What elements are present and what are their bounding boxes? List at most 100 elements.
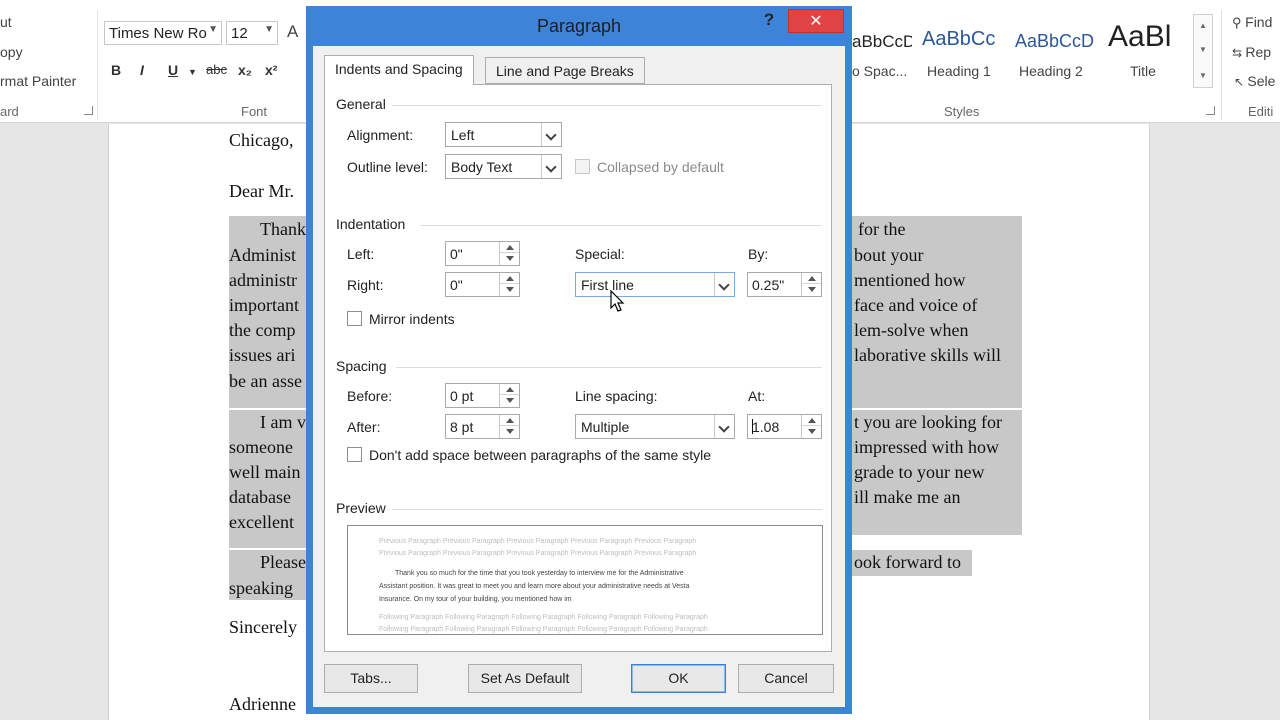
clipboard-launcher-icon[interactable] [84,106,93,115]
style-heading1-label[interactable]: Heading 1 [927,63,991,79]
spacing-after-spinner[interactable]: 8 pt [445,414,520,439]
spin-up-icon[interactable] [802,273,821,284]
chevron-down-icon[interactable] [714,415,734,438]
spin-up-icon[interactable] [500,273,519,284]
spin-up-icon[interactable] [500,415,519,426]
chevron-down-icon[interactable] [541,123,561,146]
doc-line: important [229,295,299,315]
style-title-label[interactable]: Title [1130,63,1156,79]
alignment-dropdown[interactable]: Left [445,122,562,147]
subscript-button[interactable]: x₂ [238,62,252,78]
doc-line: ill make me an [854,487,961,507]
mirror-indents-label: Mirror indents [369,311,455,327]
font-name-combo[interactable]: Times New Ro ▼ [104,21,222,45]
indent-left-value: 0" [450,246,463,262]
chevron-down-icon[interactable] [541,155,561,178]
set-as-default-button[interactable]: Set As Default [468,664,582,693]
styles-scroll[interactable]: ▲ ▼ ▼ [1193,14,1213,88]
style-heading1-preview[interactable]: AaBbCc [922,28,1002,51]
grow-font-button[interactable]: A [287,22,298,42]
by-label: By: [748,246,769,262]
spin-up-icon[interactable] [500,384,519,395]
underline-dropdown-icon[interactable]: ▼ [188,67,197,77]
copy-button[interactable]: opy [0,44,23,60]
spacing-before-spinner[interactable]: 0 pt [445,383,520,408]
line-spacing-value: Multiple [581,419,630,435]
dont-add-space-checkbox[interactable] [347,447,362,462]
find-button[interactable]: ⚲ Find [1232,14,1272,31]
styles-launcher-icon[interactable] [1206,106,1215,115]
collapsed-by-default-label: Collapsed by default [597,159,724,175]
strikethrough-button[interactable]: abc [206,62,227,77]
doc-line: well main [229,462,301,482]
doc-line: Thank [260,219,306,239]
spinner-buttons [801,415,821,438]
format-painter-button[interactable]: rmat Painter [0,73,76,89]
tab-indents-and-spacing[interactable]: Indents and Spacing [324,55,474,85]
indent-left-spinner[interactable]: 0" [445,241,520,266]
spin-down-icon[interactable] [500,253,519,264]
indent-by-spinner[interactable]: 0.25" [747,272,822,297]
select-label: Sele [1247,73,1276,89]
spin-down-icon[interactable] [500,395,519,406]
spinner-buttons [499,384,519,407]
spin-down-icon[interactable] [500,426,519,437]
underline-button[interactable]: U [168,62,178,78]
spacing-after-label: After: [347,419,381,435]
clipboard-group-label: ard [0,104,19,119]
bold-button[interactable]: B [111,62,121,78]
paragraph-preview: Previous Paragraph Previous Paragraph Pr… [347,525,823,635]
style-heading2-label[interactable]: Heading 2 [1019,63,1083,79]
collapsed-by-default-checkbox[interactable] [575,159,590,174]
spin-down-icon[interactable] [802,426,821,437]
help-button[interactable]: ? [758,10,780,32]
cancel-button[interactable]: Cancel [738,664,834,693]
text-caret [752,419,753,434]
doc-line: Please [260,552,306,572]
chevron-down-icon[interactable] [714,273,734,296]
close-button[interactable]: ✕ [788,9,844,33]
doc-line: for the [858,219,906,239]
doc-line: excellent [229,512,294,532]
italic-button[interactable]: I [140,62,144,78]
dont-add-space-label: Don't add space between paragraphs of th… [369,447,711,463]
spin-up-icon[interactable] [500,242,519,253]
outline-level-dropdown[interactable]: Body Text [445,154,562,179]
line-spacing-at-spinner[interactable]: 1.08 [747,414,822,439]
superscript-button[interactable]: x² [265,62,277,78]
tab-line-and-page-breaks[interactable]: Line and Page Breaks [485,57,645,84]
tabs-button[interactable]: Tabs... [324,664,418,693]
chevron-down-icon[interactable]: ▼ [1199,45,1207,54]
mirror-indents-checkbox[interactable] [347,311,362,326]
indent-right-spinner[interactable]: 0" [445,272,520,297]
at-label: At: [748,388,766,404]
line-spacing-at-value: 1.08 [752,419,780,435]
chevron-up-icon[interactable]: ▲ [1199,21,1207,30]
line-spacing-dropdown[interactable]: Multiple [575,414,735,439]
style-title-preview[interactable]: AaBl [1108,20,1188,54]
select-button[interactable]: ↖ Sele [1234,73,1275,89]
spacing-before-label: Before: [347,388,393,404]
spinner-buttons [499,242,519,265]
style-no-spacing-label[interactable]: o Spac... [852,63,907,79]
preview-following-line: Following Paragraph Following Paragraph … [379,614,708,621]
spin-down-icon[interactable] [500,284,519,295]
section-divider [392,509,822,510]
spin-up-icon[interactable] [802,415,821,426]
doc-line: t you are looking for [854,412,1002,432]
spinner-buttons [801,273,821,296]
style-no-spacing-preview[interactable]: aBbCcDc [852,32,912,52]
replace-button[interactable]: ⇆ Rep [1232,44,1271,60]
style-heading2-preview[interactable]: AaBbCcD [1015,31,1095,52]
special-dropdown[interactable]: First line [575,272,735,297]
doc-line: issues ari [229,345,296,365]
doc-line: Administ [229,245,297,265]
more-styles-icon[interactable]: ▼ [1199,71,1207,80]
doc-line: laborative skills will [854,345,1001,365]
alignment-label: Alignment: [347,127,414,143]
font-size-combo[interactable]: 12 ▼ [226,21,278,45]
line-spacing-label: Line spacing: [575,388,658,404]
cut-button[interactable]: ut [0,14,12,30]
spin-down-icon[interactable] [802,284,821,295]
ok-button[interactable]: OK [631,664,726,693]
